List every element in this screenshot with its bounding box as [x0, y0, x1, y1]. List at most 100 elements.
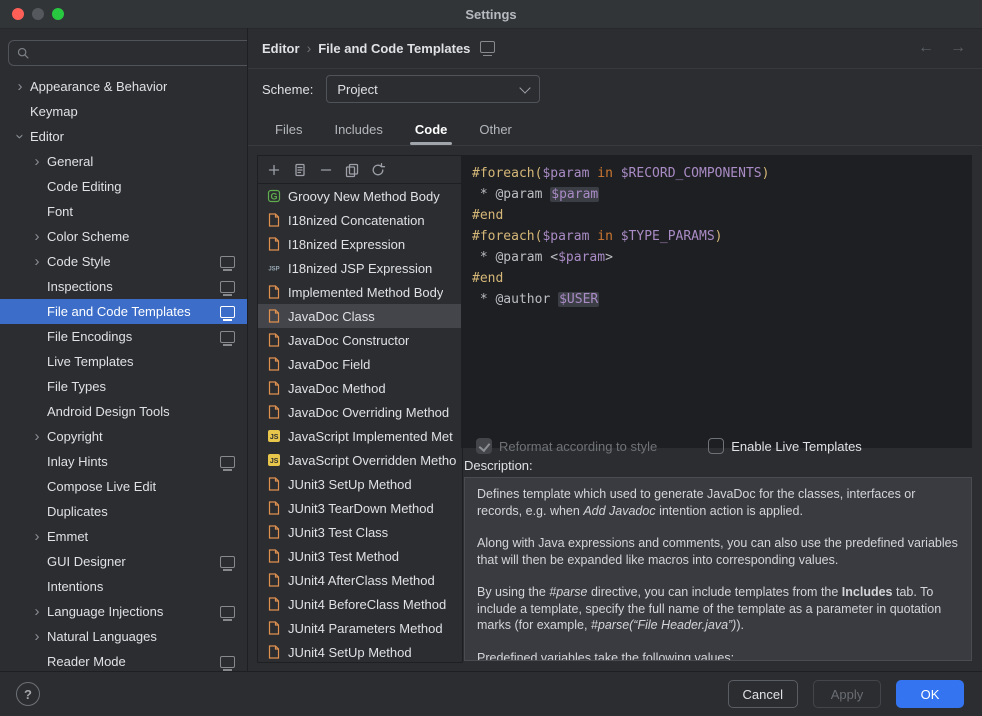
tree-item-language-injections[interactable]: ›Language Injections: [0, 599, 247, 624]
zoom-window-button[interactable]: [52, 8, 64, 20]
code-token: $param: [558, 250, 605, 265]
code-token: #end: [472, 271, 503, 286]
chevron-right-icon[interactable]: ›: [29, 604, 45, 619]
tree-item-keymap[interactable]: Keymap: [0, 99, 247, 124]
tree-item-general[interactable]: ›General: [0, 149, 247, 174]
description-text: directive, you can include templates fro…: [588, 585, 842, 599]
tree-item-code-editing[interactable]: Code Editing: [0, 174, 247, 199]
tree-item-intentions[interactable]: Intentions: [0, 574, 247, 599]
chevron-right-icon[interactable]: ›: [12, 79, 28, 94]
template-item-i18nized-jsp-expression[interactable]: JSPI18nized JSP Expression: [258, 256, 462, 280]
template-item-junit3-teardown-method[interactable]: JUnit3 TearDown Method: [258, 496, 462, 520]
template-item-javadoc-class[interactable]: JavaDoc Class: [258, 304, 462, 328]
ok-button[interactable]: OK: [896, 680, 964, 708]
copy-template-button[interactable]: [342, 160, 362, 180]
template-item-label: JUnit3 Test Class: [288, 525, 388, 540]
tree-item-inspections[interactable]: Inspections: [0, 274, 247, 299]
template-item-junit4-setup-method[interactable]: JUnit4 SetUp Method: [258, 640, 462, 662]
apply-button[interactable]: Apply: [813, 680, 881, 708]
tree-item-file-encodings[interactable]: File Encodings: [0, 324, 247, 349]
tree-item-editor[interactable]: ›Editor: [0, 124, 247, 149]
template-item-junit3-test-class[interactable]: JUnit3 Test Class: [258, 520, 462, 544]
template-item-junit3-setup-method[interactable]: JUnit3 SetUp Method: [258, 472, 462, 496]
code-token: $RECORD_COMPONENTS: [621, 166, 762, 181]
chevron-right-icon[interactable]: ›: [29, 254, 45, 269]
chevron-right-icon[interactable]: ›: [29, 229, 45, 244]
tree-item-compose-live-edit[interactable]: Compose Live Edit: [0, 474, 247, 499]
close-window-button[interactable]: [12, 8, 24, 20]
template-item-javadoc-overriding-method[interactable]: JavaDoc Overriding Method: [258, 400, 462, 424]
create-child-template-button[interactable]: [290, 160, 310, 180]
live-templates-option[interactable]: Enable Live Templates: [708, 438, 862, 454]
history-nav: ← →: [918, 28, 966, 68]
live-templates-checkbox[interactable]: [708, 438, 724, 454]
svg-text:G: G: [270, 192, 277, 202]
scheme-dropdown[interactable]: Project: [326, 75, 540, 103]
tree-item-duplicates[interactable]: Duplicates: [0, 499, 247, 524]
template-file-icon: [266, 236, 282, 252]
screen-icon: [220, 306, 235, 318]
tree-item-color-scheme[interactable]: ›Color Scheme: [0, 224, 247, 249]
tree-item-label: File and Code Templates: [47, 304, 191, 319]
chevron-right-icon[interactable]: ›: [29, 629, 45, 644]
tab-files[interactable]: Files: [262, 114, 315, 145]
template-item-junit4-beforeclass-method[interactable]: JUnit4 BeforeClass Method: [258, 592, 462, 616]
template-item-i18nized-concatenation[interactable]: I18nized Concatenation: [258, 208, 462, 232]
tab-code[interactable]: Code: [402, 114, 461, 145]
tree-item-file-and-code-templates[interactable]: File and Code Templates: [0, 299, 247, 324]
template-item-i18nized-expression[interactable]: I18nized Expression: [258, 232, 462, 256]
template-item-javadoc-method[interactable]: JavaDoc Method: [258, 376, 462, 400]
reformat-label: Reformat according to style: [499, 439, 657, 454]
template-item-javascript-overridden-metho[interactable]: JSJavaScript Overridden Metho: [258, 448, 462, 472]
template-item-javadoc-constructor[interactable]: JavaDoc Constructor: [258, 328, 462, 352]
template-code-editor[interactable]: #foreach($param in $RECORD_COMPONENTS) *…: [461, 155, 972, 448]
scheme-selected-value: Project: [337, 82, 377, 97]
tree-item-reader-mode[interactable]: Reader Mode: [0, 649, 247, 672]
remove-template-button[interactable]: [316, 160, 336, 180]
minimize-window-button[interactable]: [32, 8, 44, 20]
template-item-javascript-implemented-met[interactable]: JSJavaScript Implemented Met: [258, 424, 462, 448]
template-file-icon: [266, 548, 282, 564]
tree-item-label: Code Editing: [47, 179, 121, 194]
tree-item-code-style[interactable]: ›Code Style: [0, 249, 247, 274]
tree-item-copyright[interactable]: ›Copyright: [0, 424, 247, 449]
tree-item-live-templates[interactable]: Live Templates: [0, 349, 247, 374]
chevron-right-icon[interactable]: ›: [29, 529, 45, 544]
code-token: * @param <: [472, 250, 558, 265]
settings-content: Editor › File and Code Templates ← → Sch…: [248, 28, 982, 672]
tree-item-android-design-tools[interactable]: Android Design Tools: [0, 399, 247, 424]
tree-item-natural-languages[interactable]: ›Natural Languages: [0, 624, 247, 649]
tree-item-label: Appearance & Behavior: [30, 79, 167, 94]
breadcrumb-section[interactable]: Editor: [262, 41, 300, 56]
tree-item-emmet[interactable]: ›Emmet: [0, 524, 247, 549]
forward-arrow-icon[interactable]: →: [950, 39, 966, 57]
template-item-javadoc-field[interactable]: JavaDoc Field: [258, 352, 462, 376]
tree-item-appearance-behavior[interactable]: ›Appearance & Behavior: [0, 74, 247, 99]
chevron-right-icon[interactable]: ›: [29, 429, 45, 444]
template-item-junit4-parameters-method[interactable]: JUnit4 Parameters Method: [258, 616, 462, 640]
content-header: Editor › File and Code Templates ← →: [248, 28, 982, 69]
cancel-button[interactable]: Cancel: [728, 680, 798, 708]
template-item-junit4-afterclass-method[interactable]: JUnit4 AfterClass Method: [258, 568, 462, 592]
reset-template-button[interactable]: [368, 160, 388, 180]
chevron-right-icon[interactable]: ›: [29, 154, 45, 169]
description-text: Includes: [842, 585, 893, 599]
back-arrow-icon[interactable]: ←: [918, 39, 934, 57]
help-button[interactable]: ?: [16, 682, 40, 706]
tab-includes[interactable]: Includes: [321, 114, 395, 145]
tree-item-label: Natural Languages: [47, 629, 157, 644]
code-line: #foreach($param in $TYPE_PARAMS): [472, 226, 961, 247]
tree-item-label: Reader Mode: [47, 654, 126, 669]
add-template-button[interactable]: [264, 160, 284, 180]
tab-other[interactable]: Other: [466, 114, 525, 145]
settings-search-field[interactable]: [8, 40, 248, 66]
tree-item-file-types[interactable]: File Types: [0, 374, 247, 399]
tree-item-font[interactable]: Font: [0, 199, 247, 224]
chevron-down-icon[interactable]: ›: [13, 129, 28, 145]
tree-item-inlay-hints[interactable]: Inlay Hints: [0, 449, 247, 474]
template-item-groovy-new-method-body[interactable]: GGroovy New Method Body: [258, 184, 462, 208]
code-token: [613, 166, 621, 181]
template-item-implemented-method-body[interactable]: Implemented Method Body: [258, 280, 462, 304]
template-item-junit3-test-method[interactable]: JUnit3 Test Method: [258, 544, 462, 568]
tree-item-gui-designer[interactable]: GUI Designer: [0, 549, 247, 574]
